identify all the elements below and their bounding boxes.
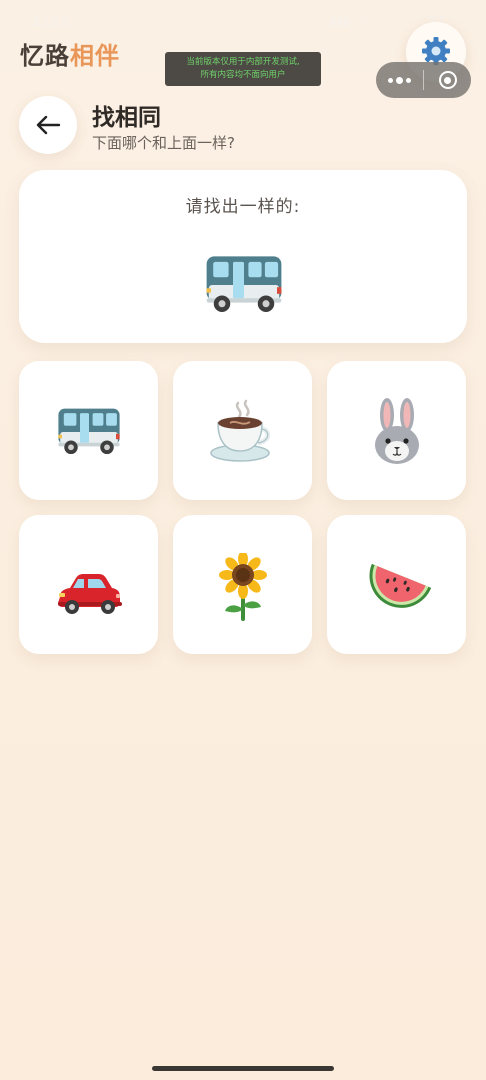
signal-icon: ▮▮▮ (330, 14, 350, 28)
status-icons: ▮▮▮ ◠ (330, 14, 368, 28)
app-title-part1: 忆路 (20, 42, 70, 70)
sunflower-icon (219, 553, 267, 621)
back-button[interactable] (19, 96, 77, 154)
more-dot (388, 77, 393, 83)
option-bus[interactable] (19, 361, 158, 500)
target-prompt: 请找出一样的: (185, 197, 301, 217)
bus-icon (199, 252, 289, 318)
more-dot (406, 77, 411, 83)
option-watermelon[interactable] (327, 515, 466, 654)
arrow-left-icon (36, 115, 61, 135)
dev-notice-line2: 所有内容均不面向用户 (200, 70, 286, 80)
page-subtitle: 下面哪个和上面一样? (92, 134, 235, 152)
dev-notice: 当前版本仅用于内部开发测试, 所有内容均不面向用户 (165, 52, 321, 86)
page-title: 找相同 (92, 105, 161, 131)
target-close-icon (438, 71, 457, 89)
bus-icon (58, 408, 120, 455)
wifi-icon: ◠ (357, 14, 369, 28)
option-red-car[interactable] (19, 515, 158, 654)
option-rabbit[interactable] (327, 361, 466, 500)
dev-notice-line1: 当前版本仅用于内部开发测试, (186, 57, 300, 67)
target-card: 请找出一样的: (19, 170, 467, 343)
miniprogram-capsule (376, 62, 471, 98)
close-miniprogram-button[interactable] (424, 62, 471, 98)
option-coffee-cup[interactable] (173, 361, 312, 500)
coffee-cup-icon (210, 399, 271, 462)
more-menu-button[interactable] (376, 62, 423, 98)
option-sunflower[interactable] (173, 515, 312, 654)
red-car-icon (58, 574, 122, 614)
app-title: 忆路 相伴 (20, 36, 120, 71)
rabbit-icon (375, 398, 419, 464)
watermelon-icon (369, 563, 432, 608)
app-title-part2: 相伴 (70, 42, 120, 70)
home-indicator (152, 1066, 334, 1071)
status-time: 1:32 (32, 14, 71, 30)
more-dot (396, 76, 403, 84)
